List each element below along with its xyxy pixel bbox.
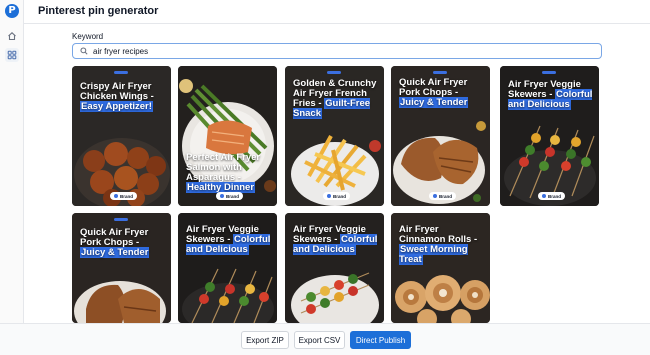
pin-title: Air Fryer Veggie Skewers - Colorful and …: [186, 225, 273, 255]
pinterest-logo: P: [5, 4, 19, 18]
keyword-label: Keyword: [72, 32, 104, 41]
pin-brand-badge: Brand: [323, 192, 351, 200]
pin-title-text: Crispy Air Fryer Chicken Wings -: [80, 81, 154, 102]
pin-top-badge: [433, 71, 447, 74]
pin-top-badge: [114, 71, 128, 74]
pin-brand-badge: Brand: [538, 192, 566, 200]
pin-title: Air Fryer Veggie Skewers - Colorful and …: [293, 225, 380, 255]
pin-title: Air Fryer Cinnamon Rolls - Sweet Morning…: [399, 225, 486, 265]
pin-brand-text: Brand: [548, 193, 562, 199]
pin-card[interactable]: Golden & Crunchy Air Fryer French Fries …: [285, 66, 384, 206]
page-title: Pinterest pin generator: [38, 5, 159, 17]
pin-card[interactable]: Air Fryer Veggie Skewers - Colorful and …: [285, 213, 384, 323]
direct-publish-button[interactable]: Direct Publish: [350, 331, 411, 349]
pin-brand-text: Brand: [120, 193, 134, 199]
brand-logo-icon: [220, 194, 224, 198]
pin-title-highlight: Juicy & Tender: [399, 97, 469, 108]
pin-title: Crispy Air Fryer Chicken Wings - Easy Ap…: [80, 82, 167, 112]
pin-brand-text: Brand: [333, 193, 347, 199]
pin-card[interactable]: Air Fryer Cinnamon Rolls - Sweet Morning…: [391, 213, 490, 323]
pin-title-text: Quick Air Fryer Pork Chops -: [399, 77, 468, 98]
pin-title-highlight: Sweet Morning Treat: [399, 244, 468, 265]
pin-brand-badge: Brand: [110, 192, 138, 200]
pin-top-badge: [327, 71, 341, 74]
brand-logo-icon: [327, 194, 331, 198]
grid-icon[interactable]: [5, 48, 19, 62]
pin-card[interactable]: Quick Air Fryer Pork Chops - Juicy & Ten…: [391, 66, 490, 206]
pin-card[interactable]: Quick Air Fryer Pork Chops - Juicy & Ten…: [72, 213, 171, 323]
pin-title-text: Perfect Air Fryer Salmon with Asparagus …: [186, 152, 261, 183]
keyword-input[interactable]: [93, 46, 593, 56]
pin-title: Quick Air Fryer Pork Chops - Juicy & Ten…: [80, 228, 167, 258]
pin-brand-badge: Brand: [429, 192, 457, 200]
sidebar: P: [0, 0, 24, 355]
pin-title-text: Air Fryer Cinnamon Rolls -: [399, 224, 478, 245]
search-icon: [78, 45, 90, 57]
pin-top-badge: [542, 71, 556, 74]
pin-title: Air Fryer Veggie Skewers - Colorful and …: [508, 80, 595, 110]
pin-top-badge: [114, 218, 128, 221]
home-icon[interactable]: [5, 29, 19, 43]
pin-title-highlight: Easy Appetizer!: [80, 101, 153, 112]
export-csv-button[interactable]: Export CSV: [294, 331, 345, 349]
keyword-search[interactable]: [72, 43, 602, 59]
pin-brand-badge: Brand: [216, 192, 244, 200]
pin-title: Perfect Air Fryer Salmon with Asparagus …: [186, 153, 273, 193]
pin-title: Golden & Crunchy Air Fryer French Fries …: [293, 79, 380, 119]
pin-card[interactable]: Air Fryer Veggie Skewers - Colorful and …: [500, 66, 599, 206]
pin-card[interactable]: Perfect Air Fryer Salmon with Asparagus …: [178, 66, 277, 206]
pin-brand-text: Brand: [439, 193, 453, 199]
pin-title-highlight: Juicy & Tender: [80, 247, 150, 258]
header: Pinterest pin generator: [24, 0, 650, 24]
pin-title: Quick Air Fryer Pork Chops - Juicy & Ten…: [399, 78, 486, 108]
brand-logo-icon: [542, 194, 546, 198]
pin-card[interactable]: Air Fryer Veggie Skewers - Colorful and …: [178, 213, 277, 323]
pin-title-text: Quick Air Fryer Pork Chops -: [80, 227, 149, 248]
pin-brand-text: Brand: [226, 193, 240, 199]
brand-logo-icon: [433, 194, 437, 198]
pin-card[interactable]: Crispy Air Fryer Chicken Wings - Easy Ap…: [72, 66, 171, 206]
brand-logo-icon: [114, 194, 118, 198]
export-zip-button[interactable]: Export ZIP: [241, 331, 289, 349]
